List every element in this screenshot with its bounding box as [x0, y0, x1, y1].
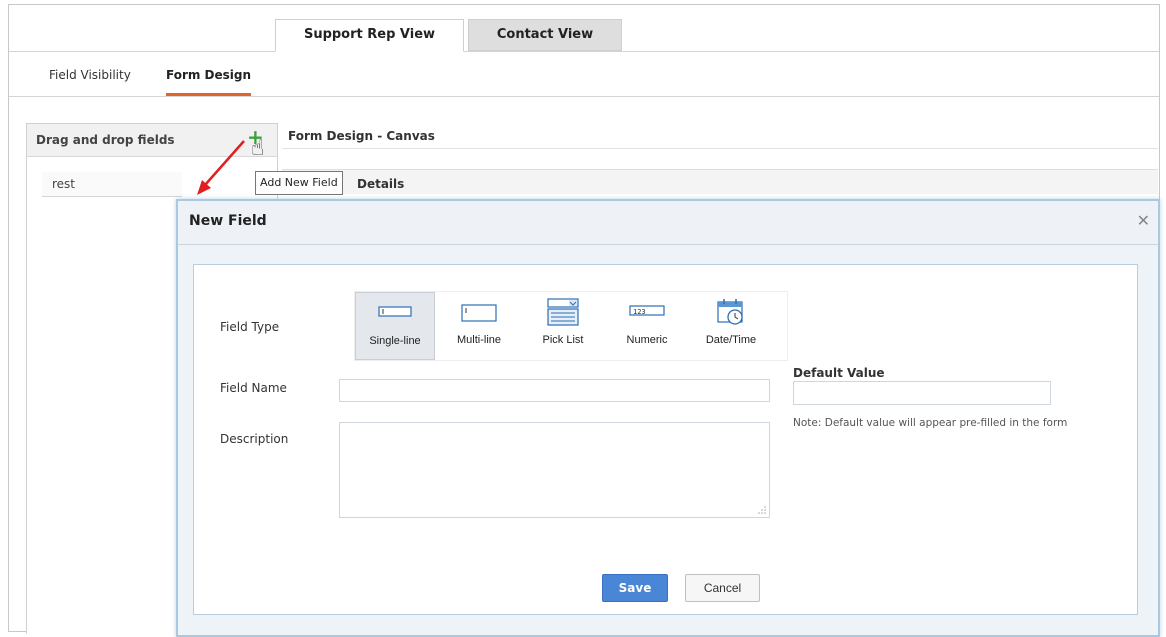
svg-text:123: 123	[633, 308, 646, 316]
field-type-label-single-line: Single-line	[369, 335, 421, 347]
multi-line-icon	[461, 304, 497, 322]
tab-form-design[interactable]: Form Design	[166, 68, 252, 96]
default-value-label: Default Value	[793, 366, 885, 380]
add-new-field-tooltip: Add New Field	[255, 171, 343, 195]
field-list-item[interactable]: rest	[42, 172, 182, 197]
numeric-icon: 123	[629, 305, 665, 316]
field-type-pick-list[interactable]: Pick List	[523, 292, 603, 360]
tab-support-rep-view[interactable]: Support Rep View	[275, 19, 464, 52]
date-time-icon	[717, 299, 743, 325]
new-field-dialog: New Field ✕ Field Type Single-line Multi…	[176, 199, 1160, 637]
fields-panel-title: Drag and drop fields	[27, 124, 277, 157]
field-type-multi-line[interactable]: Multi-line	[439, 292, 519, 360]
dialog-body: Field Type Single-line Multi-line Pick L…	[193, 264, 1138, 615]
field-type-single-line[interactable]: Single-line	[355, 292, 435, 360]
app-frame: Support Rep View Contact View Field Visi…	[8, 4, 1160, 637]
tab-field-visibility[interactable]: Field Visibility	[49, 68, 131, 82]
save-button[interactable]: Save	[602, 574, 668, 602]
single-line-icon	[378, 306, 412, 317]
hand-pointer-icon: ☝	[251, 136, 265, 161]
dialog-header: New Field ✕	[178, 201, 1158, 245]
canvas-title: Form Design - Canvas	[288, 129, 435, 143]
default-value-input[interactable]	[793, 381, 1051, 405]
field-type-label-numeric: Numeric	[626, 334, 668, 346]
field-name-label: Field Name	[220, 381, 287, 395]
field-type-picker: Single-line Multi-line Pick List 123 Num…	[354, 291, 788, 361]
field-type-label: Field Type	[220, 320, 280, 334]
field-type-label-date-time: Date/Time	[705, 334, 757, 346]
close-icon[interactable]: ✕	[1137, 211, 1150, 230]
canvas-section-bar	[282, 169, 1158, 194]
description-label: Description	[220, 432, 289, 446]
cancel-button[interactable]: Cancel	[685, 574, 760, 602]
field-type-label-pick-list: Pick List	[542, 334, 584, 346]
section-details-label: Details	[357, 177, 405, 191]
description-textarea[interactable]	[339, 422, 770, 518]
pick-list-icon	[547, 298, 579, 326]
dialog-title: New Field	[189, 213, 267, 229]
field-type-label-multi-line: Multi-line	[456, 334, 501, 346]
sub-tab-bar: Field Visibility Form Design	[9, 52, 1159, 97]
view-tab-bar: Support Rep View Contact View	[9, 5, 1159, 52]
tab-contact-view[interactable]: Contact View	[468, 19, 622, 51]
resize-grip-icon[interactable]	[757, 505, 767, 515]
default-value-note: Note: Default value will appear pre-fill…	[793, 417, 1068, 429]
canvas-divider	[282, 148, 1158, 149]
field-name-input[interactable]	[339, 379, 770, 402]
field-type-numeric[interactable]: 123 Numeric	[607, 292, 687, 360]
field-type-date-time[interactable]: Date/Time	[691, 292, 771, 360]
